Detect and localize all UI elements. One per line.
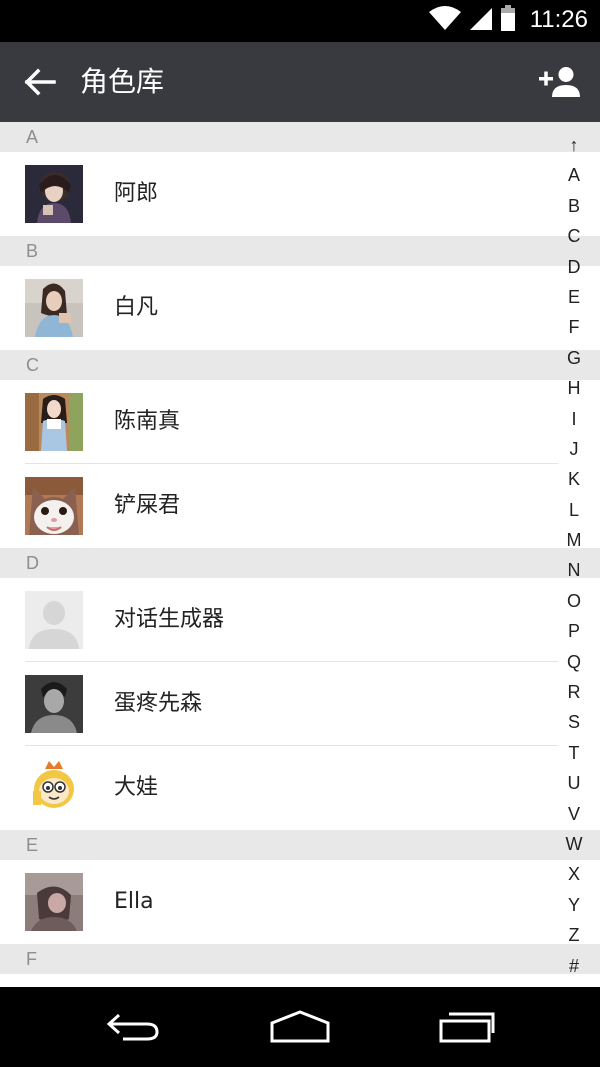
list-item[interactable]: 白凡	[0, 266, 600, 350]
battery-icon	[500, 4, 516, 36]
back-button[interactable]	[20, 62, 60, 102]
nav-recents-icon	[439, 1012, 495, 1043]
add-person-icon	[539, 67, 580, 97]
list-item[interactable]: 铲屎君	[0, 464, 600, 548]
list-item[interactable]: 蛋疼先森	[0, 662, 600, 746]
character-name: 白凡	[114, 295, 159, 320]
index-letter[interactable]: K	[568, 464, 580, 494]
index-letter[interactable]: W	[566, 829, 583, 859]
index-letter[interactable]: V	[568, 799, 580, 829]
index-letter[interactable]: J	[570, 434, 579, 464]
list-item[interactable]: Ella	[0, 860, 600, 944]
list-item[interactable]: 大娃	[0, 746, 600, 830]
avatar	[25, 393, 83, 451]
nav-back-button[interactable]	[98, 1005, 168, 1049]
system-nav-bar	[0, 987, 600, 1067]
character-name: 蛋疼先森	[114, 691, 203, 716]
status-bar: 11:26	[0, 0, 600, 42]
index-letter[interactable]: B	[568, 191, 580, 221]
index-letter[interactable]: N	[568, 555, 581, 585]
index-letter[interactable]: O	[567, 586, 581, 616]
index-letter[interactable]: D	[568, 252, 581, 282]
status-icons: 11:26	[428, 4, 588, 36]
character-name: 大娃	[114, 775, 159, 800]
add-character-button[interactable]	[536, 60, 584, 104]
index-letter[interactable]: E	[568, 282, 580, 312]
index-letter[interactable]: P	[568, 616, 580, 646]
index-letter[interactable]: X	[568, 859, 580, 889]
avatar	[25, 759, 83, 817]
index-letter[interactable]: L	[569, 495, 579, 525]
index-letter[interactable]: Y	[568, 890, 580, 920]
index-letter[interactable]: H	[568, 373, 581, 403]
section-header-b: B	[0, 236, 600, 266]
character-name: 对话生成器	[114, 607, 225, 632]
avatar	[25, 165, 83, 223]
index-letter[interactable]: A	[568, 160, 580, 190]
app-bar: 角色库	[0, 42, 600, 122]
nav-recents-button[interactable]	[432, 1005, 502, 1049]
default-avatar-icon	[25, 591, 83, 649]
index-letter[interactable]: M	[567, 525, 582, 555]
alphabet-index[interactable]: ↑ A B C D E F G H I J K L M N O P Q R S T U V W X Y Z #	[562, 130, 586, 985]
avatar	[25, 675, 83, 733]
section-header-d: D	[0, 548, 600, 578]
page-title: 角色库	[80, 65, 165, 98]
avatar	[25, 873, 83, 931]
index-letter[interactable]: F	[569, 312, 580, 342]
index-letter[interactable]: R	[568, 677, 581, 707]
index-letter[interactable]: C	[568, 221, 581, 251]
nav-home-button[interactable]	[265, 1005, 335, 1049]
avatar	[25, 477, 83, 535]
character-name: 阿郎	[114, 181, 159, 206]
index-letter[interactable]: Z	[569, 920, 580, 950]
section-header-a: A	[0, 122, 600, 152]
character-name: 陈南真	[114, 409, 181, 434]
index-letter[interactable]: Q	[567, 647, 581, 677]
index-letter[interactable]: G	[567, 343, 581, 373]
list-item[interactable]: 阿郎	[0, 152, 600, 236]
index-letter[interactable]: S	[568, 707, 580, 737]
section-header-f: F	[0, 944, 600, 974]
wifi-icon	[428, 4, 462, 36]
character-name: Ella	[114, 889, 154, 914]
index-letter[interactable]: U	[568, 768, 581, 798]
character-name: 铲屎君	[114, 493, 181, 518]
back-arrow-icon	[24, 68, 56, 96]
index-letter[interactable]: I	[571, 404, 576, 434]
nav-home-icon	[270, 1010, 330, 1043]
index-letter[interactable]: ↑	[570, 130, 579, 160]
nav-back-icon	[106, 1013, 159, 1041]
clock: 11:26	[529, 6, 588, 33]
list-item[interactable]: 对话生成器	[0, 578, 600, 662]
section-header-e: E	[0, 830, 600, 860]
signal-icon	[468, 4, 494, 36]
character-list[interactable]: A 阿郎 B 白凡 C 陈南真 铲屎君 D 对话生成器 蛋疼先森 大娃 E El…	[0, 122, 600, 987]
avatar	[25, 591, 83, 649]
section-header-c: C	[0, 350, 600, 380]
avatar	[25, 279, 83, 337]
index-letter[interactable]: #	[569, 951, 579, 981]
index-letter[interactable]: T	[569, 738, 580, 768]
list-item[interactable]: 陈南真	[0, 380, 600, 464]
